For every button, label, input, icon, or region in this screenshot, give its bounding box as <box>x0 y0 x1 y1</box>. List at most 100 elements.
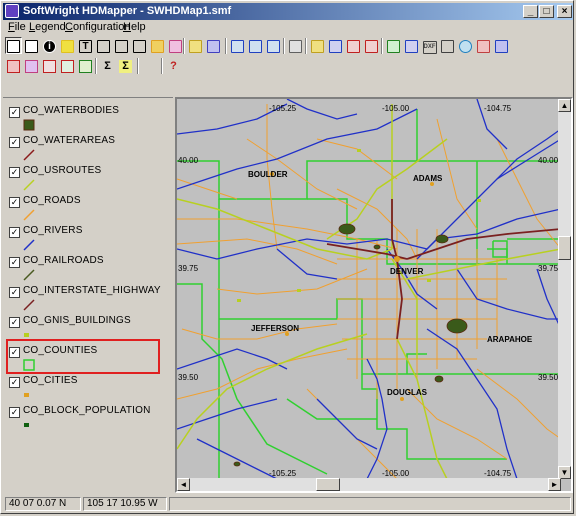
dxf-icon[interactable]: DXF <box>421 37 438 54</box>
menu-configuration[interactable]: Configuration <box>65 21 130 33</box>
open-folder-icon[interactable] <box>149 37 166 54</box>
layer-visibility-checkbox[interactable]: ✓ <box>9 287 20 298</box>
line-icon[interactable] <box>95 37 112 54</box>
pointer-icon-glyph <box>115 40 128 53</box>
zoom-in-icon[interactable] <box>229 37 246 54</box>
railroad-line-icon[interactable] <box>23 269 35 281</box>
road-line-icon[interactable] <box>23 209 35 221</box>
city-point-icon[interactable] <box>23 389 35 401</box>
save-as-icon[interactable] <box>345 37 362 54</box>
legend-layer-co-waterareas[interactable]: ✓ CO_WATERAREAS <box>9 135 174 165</box>
legend-layer-co-rivers[interactable]: ✓ CO_RIVERS <box>9 225 174 255</box>
scroll-left-button[interactable]: ◄ <box>177 478 190 491</box>
pan-hand-icon[interactable] <box>23 37 40 54</box>
horizontal-scroll-thumb[interactable] <box>316 478 340 491</box>
save-icon-glyph <box>329 40 342 53</box>
map-svg: BOULDER ADAMS DENVER JEFFERSON ARAPAHOE … <box>177 99 562 480</box>
points-icon[interactable] <box>41 57 58 74</box>
map-frame: BOULDER ADAMS DENVER JEFFERSON ARAPAHOE … <box>175 97 573 493</box>
globe-icon[interactable] <box>457 37 474 54</box>
diamond-icon-glyph <box>441 40 454 53</box>
longitude-label-bottom: -105.00 <box>382 469 410 478</box>
layer-visibility-checkbox[interactable]: ✓ <box>9 407 20 418</box>
zoom-out-icon[interactable] <box>247 37 264 54</box>
interstate-line-icon[interactable] <box>23 299 35 311</box>
usroute-line-icon[interactable] <box>23 179 35 191</box>
legend-layer-co-interstate-highway[interactable]: ✓ CO_INTERSTATE_HIGHWAY <box>9 285 174 315</box>
pointer-icon[interactable] <box>113 37 130 54</box>
legend-panel: ✓ CO_WATERBODIES ✓ CO_WATERAREAS ✓ CO_USROUTE… <box>3 97 173 494</box>
layer-visibility-checkbox[interactable]: ✓ <box>9 317 20 328</box>
minimize-button[interactable]: _ <box>523 5 538 18</box>
help-icon[interactable]: ? <box>165 57 182 74</box>
block-point-icon[interactable] <box>23 419 35 431</box>
legend-layer-co-railroads[interactable]: ✓ CO_RAILROADS <box>9 255 174 285</box>
layer-visibility-checkbox[interactable]: ✓ <box>9 257 20 268</box>
check-icon[interactable] <box>385 37 402 54</box>
table-icon[interactable] <box>403 37 420 54</box>
wrench-icon[interactable] <box>141 57 158 74</box>
layer-color-icon[interactable] <box>23 57 40 74</box>
legend-layer-co-usroutes[interactable]: ✓ CO_USROUTES <box>9 165 174 195</box>
buildings-icon[interactable] <box>77 57 94 74</box>
stack2-icon[interactable] <box>205 37 222 54</box>
export-icon[interactable] <box>363 37 380 54</box>
stack-icon[interactable] <box>187 37 204 54</box>
river-line-icon[interactable] <box>23 239 35 251</box>
layer-visibility-checkbox[interactable]: ✓ <box>9 137 20 148</box>
menu-file-mnemonic: F <box>8 21 15 33</box>
grid-icon[interactable] <box>493 37 510 54</box>
diamond-icon[interactable] <box>439 37 456 54</box>
vertical-scroll-thumb[interactable] <box>558 236 571 260</box>
app-icon[interactable] <box>5 4 19 18</box>
info-icon[interactable]: i <box>41 37 58 54</box>
legend-layer-co-waterbodies[interactable]: ✓ CO_WATERBODIES <box>9 105 174 135</box>
layer-name: CO_RAILROADS <box>23 255 104 266</box>
layer-visibility-checkbox[interactable]: ✓ <box>9 227 20 238</box>
latitude-label-left: 39.75 <box>178 264 199 273</box>
maximize-button[interactable]: □ <box>539 5 554 18</box>
menu-legend-label: egend <box>35 21 66 33</box>
sigma-select-icon[interactable]: Σ <box>117 57 134 74</box>
layer-visibility-checkbox[interactable]: ✓ <box>9 197 20 208</box>
toolbar-separator <box>137 58 139 74</box>
menu-configuration-label: onfiguration <box>72 21 131 33</box>
text-icon[interactable]: T <box>77 37 94 54</box>
print-icon[interactable] <box>287 37 304 54</box>
layer-add-icon[interactable] <box>5 57 22 74</box>
layer-visibility-checkbox[interactable]: ✓ <box>9 377 20 388</box>
legend-layer-co-cities[interactable]: ✓ CO_CITIES <box>9 375 174 405</box>
horizontal-scrollbar[interactable]: ◄ ► <box>177 478 561 491</box>
zoom-select-icon[interactable] <box>5 37 22 54</box>
legend-layer-co-roads[interactable]: ✓ CO_ROADS <box>9 195 174 225</box>
layer-visibility-checkbox[interactable]: ✓ <box>9 107 20 118</box>
sigma-icon[interactable]: Σ <box>99 57 116 74</box>
status-message <box>169 497 571 511</box>
map-canvas[interactable]: BOULDER ADAMS DENVER JEFFERSON ARAPAHOE … <box>177 99 562 480</box>
vertical-scrollbar[interactable]: ▲ ▼ <box>558 99 571 479</box>
scroll-up-button[interactable]: ▲ <box>558 99 571 112</box>
close-button[interactable]: × <box>557 5 572 18</box>
county-label: ARAPAHOE <box>487 335 533 344</box>
open-icon[interactable] <box>309 37 326 54</box>
zoom-extent-icon[interactable] <box>265 37 282 54</box>
image-icon[interactable] <box>475 37 492 54</box>
menu-legend[interactable]: Legend <box>29 21 66 33</box>
save-icon[interactable] <box>327 37 344 54</box>
label-icon[interactable] <box>59 37 76 54</box>
status-latitude: 40 07 0.07 N <box>5 497 81 511</box>
edit-point-icon[interactable] <box>131 37 148 54</box>
sigma-select-icon-glyph: Σ <box>119 60 132 73</box>
scroll-right-button[interactable]: ► <box>548 478 561 491</box>
grid-points-icon[interactable] <box>59 57 76 74</box>
open-folder-icon-glyph <box>151 40 164 53</box>
menu-file[interactable]: File <box>8 21 26 33</box>
waterarea-line-icon[interactable] <box>23 149 35 161</box>
toolbar-separator <box>161 58 163 74</box>
layer-edit-icon[interactable] <box>167 37 184 54</box>
layer-visibility-checkbox[interactable]: ✓ <box>9 167 20 178</box>
title-bar[interactable]: SoftWright HDMapper - SWHDMap1.smf _ □ × <box>3 3 573 20</box>
menu-help[interactable]: Help <box>123 21 146 33</box>
waterbody-fill-icon[interactable] <box>23 119 35 131</box>
legend-layer-co-block-population[interactable]: ✓ CO_BLOCK_POPULATION <box>9 405 174 435</box>
